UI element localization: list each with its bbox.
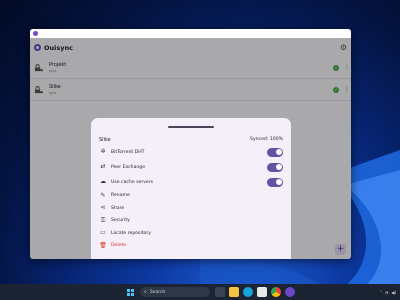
chrome-icon[interactable] <box>271 287 281 297</box>
edge-icon[interactable] <box>243 287 253 297</box>
sheet-header: Slike Synced: 100% <box>99 135 283 145</box>
option-label: Peer Exchange <box>111 164 146 170</box>
peer-exchange-toggle[interactable] <box>267 162 283 172</box>
sync-status: Synced: 100% <box>250 137 283 142</box>
volume-icon[interactable]: ◀) <box>391 290 396 295</box>
share-icon: ⋖ <box>100 204 106 212</box>
window-titlebar <box>30 29 351 38</box>
ouisync-taskbar-icon[interactable] <box>285 287 295 297</box>
file-explorer-icon[interactable] <box>229 287 239 297</box>
action-label: Security <box>111 218 130 224</box>
store-icon[interactable] <box>257 287 267 297</box>
trash-icon: 🗑 <box>99 241 107 249</box>
taskbar-search[interactable]: ⌕ Search <box>140 287 210 297</box>
windows-logo-icon <box>126 288 134 296</box>
folder-icon: ▭ <box>100 229 106 237</box>
key-icon: ⚿ <box>100 216 106 224</box>
option-bittorrent-dht[interactable]: ✲ BitTorrent DHT <box>99 145 283 160</box>
system-tray[interactable]: ˄ ◔ ◀) <box>380 284 396 300</box>
repo-bottom-sheet: Slike Synced: 100% ✲ BitTorrent DHT ⇄ Pe… <box>91 118 291 259</box>
tray-chevron-icon[interactable]: ˄ <box>380 290 382 295</box>
option-label: Use cache servers <box>111 179 154 185</box>
sheet-drag-handle[interactable] <box>168 126 214 128</box>
peer-exchange-icon: ⇄ <box>100 163 106 170</box>
action-label: Locate repository <box>111 230 151 236</box>
sheet-title: Slike <box>99 136 111 143</box>
task-view-icon[interactable] <box>215 287 225 297</box>
app-window-icon <box>33 31 38 36</box>
dht-icon: ✲ <box>100 148 106 155</box>
cloud-icon: ☁ <box>100 178 106 185</box>
action-share[interactable]: ⋖ Share <box>99 202 283 215</box>
action-security[interactable]: ⚿ Security <box>99 215 283 228</box>
search-placeholder: Search <box>149 289 166 295</box>
option-peer-exchange[interactable]: ⇄ Peer Exchange <box>99 160 283 175</box>
network-icon[interactable]: ◔ <box>385 290 389 295</box>
cache-servers-toggle[interactable] <box>267 177 283 187</box>
action-delete[interactable]: 🗑 Delete <box>99 240 283 253</box>
action-locate-repository[interactable]: ▭ Locate repository <box>99 227 283 240</box>
bittorrent-dht-toggle[interactable] <box>267 147 283 157</box>
search-icon: ⌕ <box>144 289 147 295</box>
action-rename[interactable]: ✎ Rename <box>99 190 283 203</box>
action-label: Share <box>111 205 125 211</box>
action-label: Rename <box>111 193 130 199</box>
start-button[interactable] <box>125 287 135 297</box>
option-cache-servers[interactable]: ☁ Use cache servers <box>99 175 283 190</box>
action-label: Delete <box>111 243 127 249</box>
edit-icon: ✎ <box>100 191 106 199</box>
windows-taskbar: ⌕ Search ˄ ◔ ◀) <box>0 284 400 300</box>
option-label: BitTorrent DHT <box>111 149 145 155</box>
